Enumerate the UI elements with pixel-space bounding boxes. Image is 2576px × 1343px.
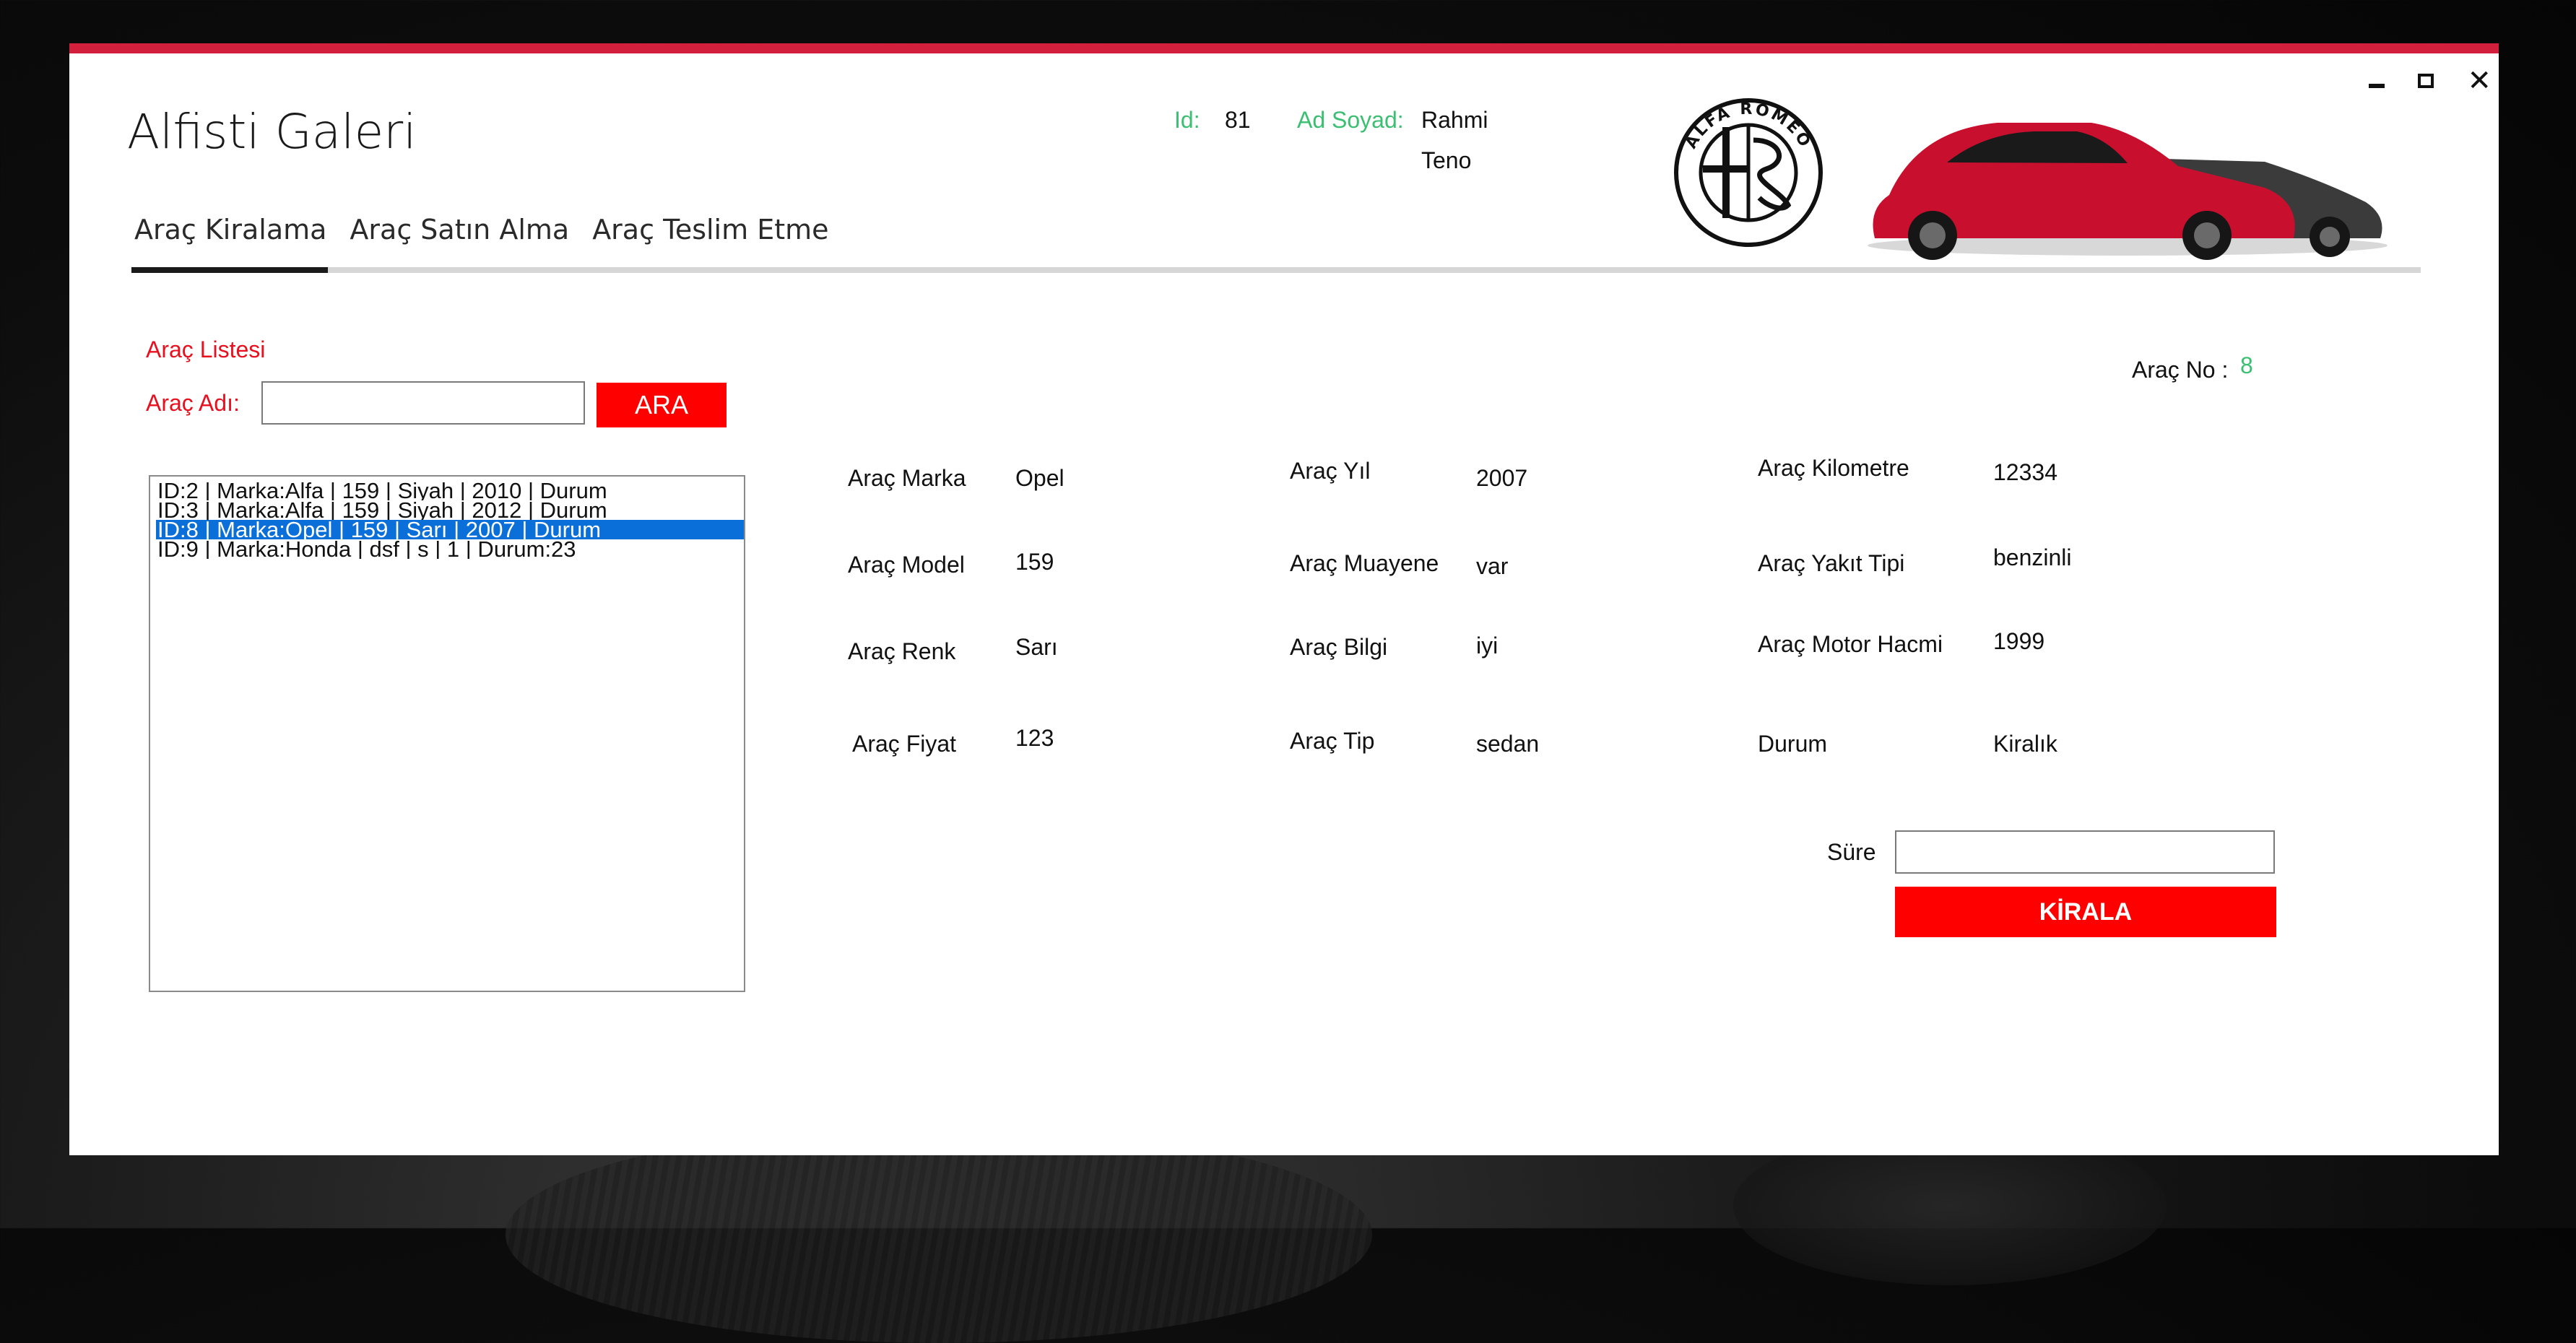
search-input[interactable] (261, 381, 585, 425)
field-label-durum: Durum (1758, 731, 1828, 757)
background-tire (506, 1126, 1372, 1343)
search-label: Araç Adı: (146, 390, 240, 416)
tab-arac-satin-alma[interactable]: Araç Satın Alma (350, 214, 569, 245)
field-value-model: 159 (1015, 549, 1054, 575)
field-value-bilgi: iyi (1476, 633, 1499, 659)
vehicle-no-value: 8 (2240, 352, 2253, 378)
field-value-renk: Sarı (1015, 634, 1058, 660)
field-label-muayene: Araç Muayene (1290, 550, 1439, 576)
field-label-marka: Araç Marka (848, 465, 966, 491)
rent-button[interactable]: KİRALA (1895, 887, 2276, 937)
field-label-model: Araç Model (848, 552, 965, 578)
field-label-renk: Araç Renk (848, 638, 956, 664)
field-value-tip: sedan (1476, 731, 1540, 757)
minimize-icon[interactable] (2369, 84, 2385, 88)
field-label-tip: Araç Tip (1290, 728, 1375, 754)
list-item-selected[interactable]: ID:8 | Marka:Opel | 159 | Sarı | 2007 | … (156, 520, 744, 539)
field-label-yakit: Araç Yakıt Tipi (1758, 550, 1905, 576)
field-value-yakit: benzinli (1993, 544, 2072, 570)
list-item[interactable]: ID:2 | Marka:Alfa | 159 | Siyah | 2010 |… (156, 481, 744, 500)
tab-arac-kiralama[interactable]: Araç Kiralama (134, 214, 326, 245)
user-id-value: 81 (1225, 107, 1251, 133)
window-controls: ✕ (2369, 66, 2492, 95)
field-value-motor-hacmi: 1999 (1993, 628, 2045, 654)
car-image (1868, 123, 2388, 260)
duration-input[interactable] (1895, 830, 2275, 874)
list-item[interactable]: ID:3 | Marka:Alfa | 159 | Siyah | 2012 |… (156, 500, 744, 520)
duration-label: Süre (1827, 839, 1876, 865)
tab-active-indicator (131, 267, 328, 273)
user-id-label: Id: (1174, 107, 1200, 133)
user-first-name: Rahmi (1421, 107, 1488, 133)
field-label-kilometre: Araç Kilometre (1758, 455, 1909, 481)
maximize-icon[interactable] (2418, 74, 2434, 88)
vehicle-list-title: Araç Listesi (146, 336, 266, 362)
close-icon[interactable]: ✕ (2467, 66, 2492, 95)
user-name-label: Ad Soyad: (1297, 107, 1404, 133)
field-label-yil: Araç Yıl (1290, 458, 1371, 484)
field-label-fiyat: Araç Fiyat (852, 731, 957, 757)
field-label-bilgi: Araç Bilgi (1290, 634, 1388, 660)
alfa-romeo-logo: ALFA ROMEO (1674, 98, 1823, 247)
field-label-motor-hacmi: Araç Motor Hacmi (1758, 631, 1943, 657)
user-last-name: Teno (1421, 147, 1472, 173)
app-title: Alfisti Galeri (127, 104, 417, 160)
field-value-yil: 2007 (1476, 465, 1528, 491)
app-window: ✕ Alfisti Galeri Araç Kiralama Araç Satı… (69, 43, 2499, 1155)
search-button[interactable]: ARA (597, 383, 727, 427)
field-value-fiyat: 123 (1015, 725, 1054, 751)
vehicle-no-label: Araç No : (2132, 357, 2229, 383)
field-value-kilometre: 12334 (1993, 459, 2057, 485)
field-value-marka: Opel (1015, 465, 1064, 491)
tab-bar: Araç Kiralama Araç Satın Alma Araç Tesli… (134, 214, 829, 245)
field-value-muayene: var (1476, 553, 1509, 579)
tab-divider (131, 267, 2421, 273)
list-item[interactable]: ID:9 | Marka:Honda | dsf | s | 1 | Durum… (156, 539, 744, 559)
tab-arac-teslim-etme[interactable]: Araç Teslim Etme (592, 214, 828, 245)
field-value-durum: Kiralık (1993, 731, 2057, 757)
vehicle-listbox[interactable]: ID:2 | Marka:Alfa | 159 | Siyah | 2010 |… (149, 475, 745, 992)
